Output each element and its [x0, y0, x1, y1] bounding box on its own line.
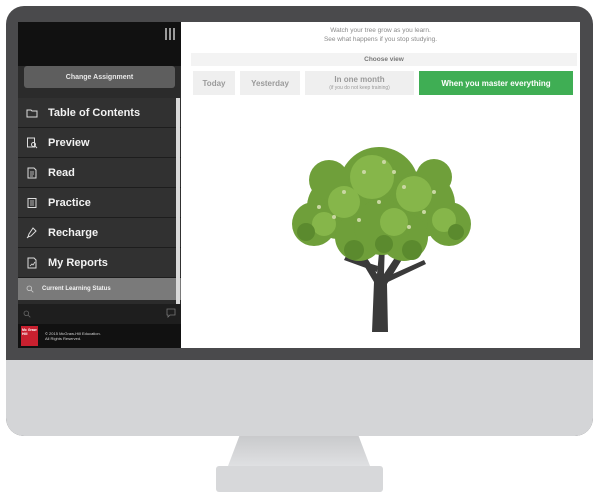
- sidebar-item-label: Recharge: [48, 226, 99, 239]
- sidebar-item-table-of-contents[interactable]: Table of Contents: [18, 98, 181, 128]
- monitor-stand-neck: [228, 436, 370, 466]
- learning-tree-image: [292, 147, 471, 332]
- change-assignment-button[interactable]: Change Assignment: [24, 66, 175, 88]
- menu-icon[interactable]: [165, 28, 175, 40]
- view-today-button[interactable]: Today: [193, 71, 235, 95]
- search-icon: [26, 285, 34, 293]
- recharge-icon: [26, 226, 38, 239]
- sidebar-item-label: Practice: [48, 196, 91, 209]
- sidebar-item-current-learning-status[interactable]: Current Learning Status: [18, 278, 181, 300]
- sidebar-item-my-reports[interactable]: My Reports: [18, 248, 181, 278]
- search-icon[interactable]: [23, 305, 31, 323]
- sidebar-item-label: Read: [48, 166, 75, 179]
- app-screen: Change Assignment Table of Contents Prev…: [18, 22, 580, 348]
- sidebar-item-label: Preview: [48, 136, 90, 149]
- sidebar-header: [18, 22, 181, 66]
- reports-icon: [26, 257, 38, 269]
- sidebar-item-practice[interactable]: Practice: [18, 188, 181, 218]
- sidebar-scrollbar[interactable]: [176, 98, 180, 304]
- monitor-stand-base: [216, 466, 383, 492]
- chat-icon[interactable]: [166, 305, 176, 323]
- sidebar-item-read[interactable]: Read: [18, 158, 181, 188]
- copyright-text: © 2015 McGraw-Hill Education. All Rights…: [45, 331, 101, 341]
- sidebar-item-label: Current Learning Status: [42, 286, 111, 292]
- practice-icon: [26, 197, 38, 209]
- view-yesterday-button[interactable]: Yesterday: [240, 71, 300, 95]
- choose-view-header: Choose view: [191, 53, 577, 66]
- mcgraw-hill-logo: Mc Graw Hill: [21, 326, 38, 346]
- view-one-month-button[interactable]: In one month (if you do not keep trainin…: [305, 71, 414, 95]
- sidebar: Change Assignment Table of Contents Prev…: [18, 22, 181, 348]
- monitor-chin: [6, 360, 593, 436]
- sidebar-item-preview[interactable]: Preview: [18, 128, 181, 158]
- sidebar-toolbar: [18, 304, 181, 324]
- main-panel: Watch your tree grow as you learn. See w…: [176, 22, 580, 348]
- sidebar-item-label: Table of Contents: [48, 106, 141, 119]
- sidebar-item-recharge[interactable]: Recharge: [18, 218, 181, 248]
- document-icon: [26, 167, 38, 179]
- tree-hint-text: Watch your tree grow as you learn. See w…: [323, 27, 438, 43]
- sidebar-footer: Mc Graw Hill © 2015 McGraw-Hill Educatio…: [18, 324, 181, 348]
- folder-icon: [26, 107, 38, 119]
- sidebar-nav: Table of Contents Preview Read Practice: [18, 98, 181, 300]
- view-master-everything-button[interactable]: When you master everything: [419, 71, 573, 95]
- sidebar-item-label: My Reports: [48, 256, 108, 269]
- preview-icon: [26, 137, 38, 149]
